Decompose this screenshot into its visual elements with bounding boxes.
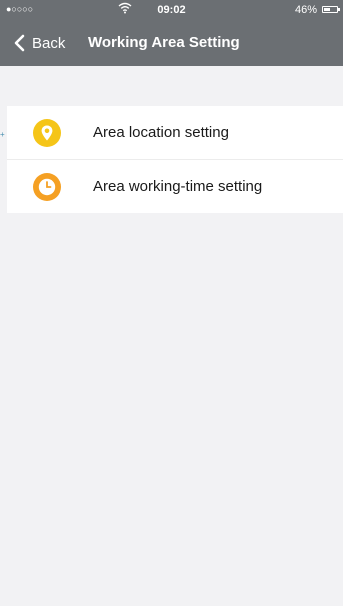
menu-item-label: Area location setting — [93, 124, 229, 141]
settings-list: Area location setting Area working-time … — [7, 106, 343, 213]
clock-icon — [33, 172, 61, 201]
navigation-bar: Back Working Area Setting — [0, 20, 343, 66]
status-bar: ●○○○○ 09:02 46% — [0, 0, 343, 20]
battery-tip — [338, 8, 340, 11]
menu-item-label: Area working-time setting — [93, 178, 263, 195]
back-button[interactable]: Back — [10, 20, 65, 66]
edge-marker: + — [0, 130, 5, 139]
clock-time: 09:02 — [157, 4, 186, 16]
menu-item-area-working-time[interactable]: Area working-time setting — [7, 159, 343, 213]
page-title: Working Area Setting — [88, 34, 240, 51]
back-label: Back — [32, 34, 66, 52]
battery-icon — [322, 6, 340, 13]
location-pin-icon — [33, 118, 61, 147]
section-spacer — [0, 66, 343, 106]
chevron-left-icon — [14, 34, 25, 52]
menu-item-area-location[interactable]: Area location setting — [7, 106, 343, 159]
battery-level — [324, 8, 330, 11]
battery-percent: 46% — [294, 4, 317, 16]
